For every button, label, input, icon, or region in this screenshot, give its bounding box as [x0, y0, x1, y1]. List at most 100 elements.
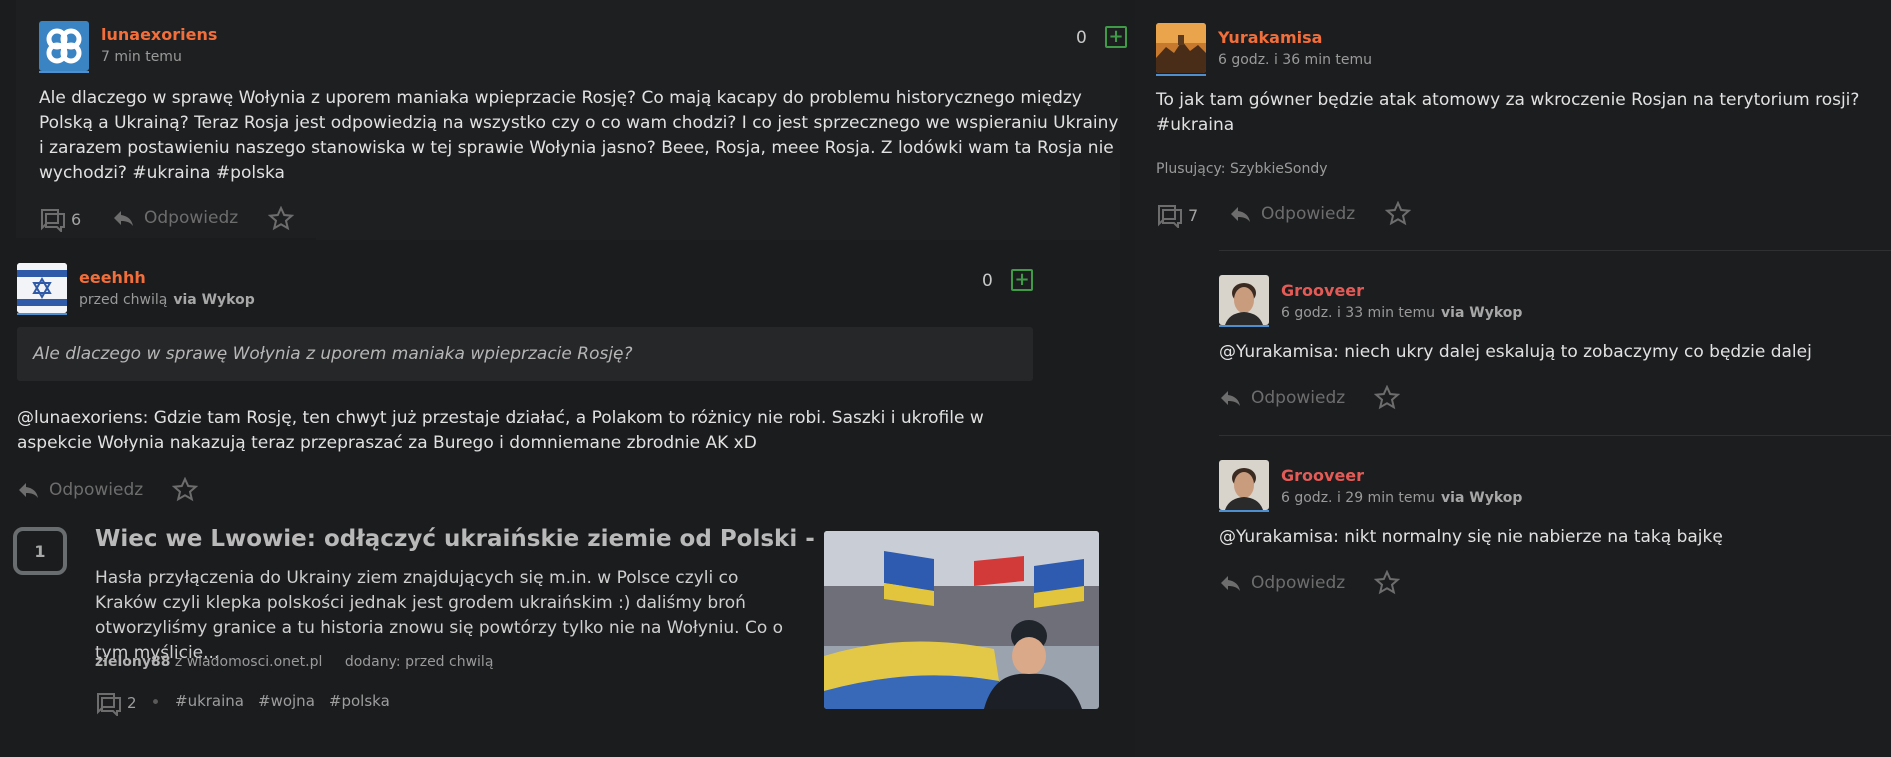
username-link[interactable]: Grooveer	[1281, 281, 1364, 300]
plus-label: Plusujący:	[1156, 161, 1226, 177]
tag-link[interactable]: #polska	[329, 692, 390, 710]
star-icon	[172, 477, 198, 502]
plus-user-link[interactable]: SzybkieSondy	[1230, 161, 1328, 177]
avatar[interactable]	[39, 21, 89, 71]
comments-icon	[1158, 205, 1182, 228]
avatar-underline	[1219, 325, 1269, 327]
reply-icon	[1231, 207, 1250, 222]
comments-count-button[interactable]: 6	[39, 206, 81, 232]
avatar[interactable]	[1219, 460, 1269, 510]
author-link[interactable]: zielony88	[95, 654, 170, 670]
reply-icon	[19, 483, 38, 498]
avatar[interactable]	[1219, 275, 1269, 325]
avatar[interactable]	[17, 263, 67, 313]
post-time[interactable]: 6 godz. i 29 min temu	[1281, 490, 1435, 506]
post-time[interactable]: przed chwilą	[79, 292, 167, 308]
reply-button[interactable]: Odpowiedz	[1219, 388, 1345, 408]
star-icon	[1385, 201, 1411, 226]
favorite-button[interactable]	[1374, 570, 1400, 596]
rank-badge[interactable]: 1	[13, 527, 67, 575]
comments-count: 2	[127, 694, 137, 712]
mention-link[interactable]: @Yurakamisa	[1219, 527, 1333, 547]
post-meta: 6 godz. i 33 min temu via Wykop	[1281, 305, 1522, 321]
username-link[interactable]: lunaexoriens	[101, 25, 217, 44]
via-label: via Wykop	[1441, 490, 1523, 506]
via-label: via Wykop	[173, 292, 255, 308]
reply-label: Odpowiedz	[1251, 388, 1346, 408]
reply-label: Odpowiedz	[49, 480, 144, 500]
israel-flag-avatar-icon	[17, 263, 67, 313]
favorite-button[interactable]	[172, 477, 198, 503]
avatar-underline	[17, 313, 67, 315]
comment-text: : niech ukry dalej eskalują to zobaczymy…	[1333, 342, 1812, 362]
favorite-button[interactable]	[268, 206, 294, 232]
comments-count-button[interactable]: 2 •	[95, 690, 175, 716]
post-meta: przed chwilą via Wykop	[79, 292, 255, 308]
comments-icon	[41, 209, 65, 232]
post-time[interactable]: 7 min temu	[101, 49, 182, 65]
comment-text: : nikt normalny się nie nabierze na taką…	[1333, 527, 1723, 547]
username-link[interactable]: Grooveer	[1281, 466, 1364, 485]
username-link[interactable]: eeehhh	[79, 268, 146, 287]
source-prefix: z	[174, 654, 183, 670]
reply-label: Odpowiedz	[144, 208, 239, 228]
mention-link[interactable]: @Yurakamisa	[1219, 342, 1333, 362]
sunset-temple-avatar-icon	[1156, 23, 1206, 73]
link-title[interactable]: Wiec we Lwowie: odłączyć ukraińskie ziem…	[95, 526, 815, 552]
added-label: dodany:	[344, 654, 401, 670]
plus-list: Plusujący: SzybkieSondy	[1156, 161, 1328, 177]
rank-number: 1	[34, 541, 46, 561]
tag-list: #ukraina #wojna #polska	[175, 692, 404, 710]
protest-flags-image	[824, 531, 1099, 709]
clover-logo-icon	[46, 28, 82, 64]
quote-block: Ale dlaczego w sprawę Wołynia z uporem m…	[17, 327, 1033, 381]
favorite-button[interactable]	[1385, 201, 1411, 227]
avatar-underline	[1219, 510, 1269, 512]
avatar-underline	[39, 71, 89, 73]
reply-icon	[1221, 391, 1240, 406]
reply-text: : Gdzie tam Rosję, ten chwyt już przesta…	[17, 408, 984, 453]
comment-divider	[1219, 250, 1891, 251]
post-time[interactable]: 6 godz. i 33 min temu	[1281, 305, 1435, 321]
reply-icon	[114, 211, 133, 226]
avatar[interactable]	[1156, 23, 1206, 73]
link-description: Hasła przyłączenia do Ukrainy ziem znajd…	[95, 568, 784, 663]
post-time[interactable]: 6 godz. i 36 min temu	[1218, 52, 1372, 68]
comments-icon	[97, 693, 121, 716]
reply-icon	[1221, 576, 1240, 591]
comments-count: 6	[71, 209, 82, 229]
vote-count: 0	[1076, 28, 1087, 48]
via-label: via Wykop	[1441, 305, 1523, 321]
reply-button[interactable]: Odpowiedz	[1229, 204, 1355, 224]
plus-vote-button[interactable]: +	[1011, 269, 1033, 291]
comment-body: @Yurakamisa: nikt normalny się nie nabie…	[1219, 525, 1879, 550]
star-icon	[1374, 385, 1400, 410]
tag-link[interactable]: #ukraina	[175, 692, 244, 710]
source-link[interactable]: wiadomosci.onet.pl	[187, 654, 323, 670]
avatar-underline	[1156, 74, 1206, 76]
reply-body: @lunaexoriens: Gdzie tam Rosję, ten chwy…	[17, 406, 1047, 456]
reply-button[interactable]: Odpowiedz	[17, 480, 143, 500]
mention-link[interactable]: @lunaexoriens	[17, 408, 143, 428]
plus-vote-button[interactable]: +	[1105, 26, 1127, 48]
link-thumbnail[interactable]	[824, 531, 1099, 709]
username-link[interactable]: Yurakamisa	[1218, 28, 1322, 47]
man-portrait-avatar-icon	[1219, 275, 1269, 325]
separator-dot: •	[150, 693, 161, 713]
left-entry-bottom-divider	[16, 238, 316, 241]
added-time: przed chwilą	[405, 654, 494, 670]
comments-count-button[interactable]: 7	[1156, 202, 1198, 228]
link-meta: zielony88 z wiadomosci.onet.pl dodany: p…	[95, 654, 493, 670]
comment-divider	[1219, 435, 1891, 436]
tag-link[interactable]: #wojna	[258, 692, 315, 710]
post-meta: 6 godz. i 29 min temu via Wykop	[1281, 490, 1522, 506]
entry-body: Ale dlaczego w sprawę Wołynia z uporem m…	[39, 88, 1119, 183]
reply-button[interactable]: Odpowiedz	[112, 208, 238, 228]
comment-body: @Yurakamisa: niech ukry dalej eskalują t…	[1219, 340, 1879, 365]
reply-button[interactable]: Odpowiedz	[1219, 573, 1345, 593]
vote-count: 0	[982, 271, 993, 291]
man-portrait-avatar-icon	[1219, 460, 1269, 510]
favorite-button[interactable]	[1374, 385, 1400, 411]
star-icon	[268, 206, 294, 231]
comments-count: 7	[1188, 205, 1199, 225]
